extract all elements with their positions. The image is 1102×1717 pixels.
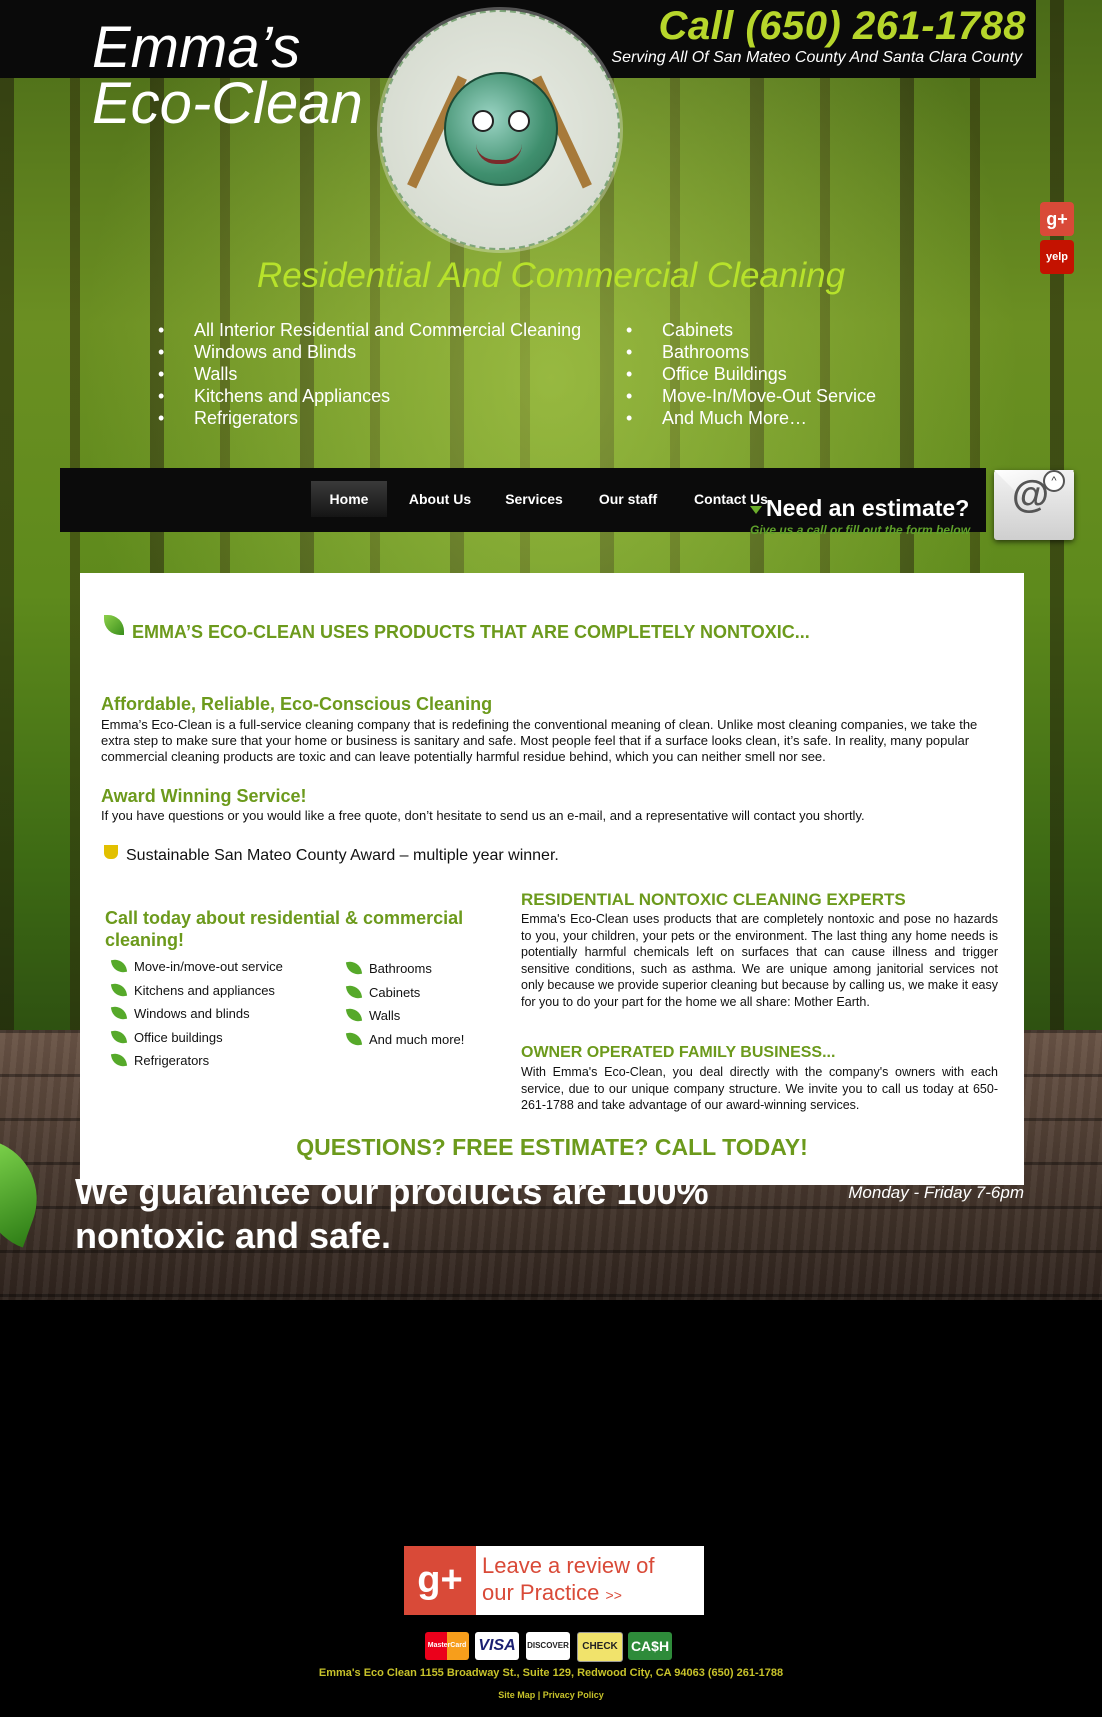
collapse-icon[interactable]: ^ xyxy=(1043,470,1065,492)
leaf-icon xyxy=(345,1006,363,1024)
logo-text[interactable]: Emma’s Eco-Clean xyxy=(92,15,363,136)
services-list-left: All Interior Residential and Commercial … xyxy=(158,320,581,430)
leaf-icon xyxy=(104,615,124,635)
globe-mascot-icon xyxy=(444,72,558,186)
logo-line-2: Eco-Clean xyxy=(92,71,363,136)
residential-text: Emma's Eco-Clean uses products that are … xyxy=(521,912,998,1009)
page: Emma’s Eco-Clean Call (650) 261-1788 Ser… xyxy=(0,0,1102,1717)
arrow-down-icon xyxy=(750,506,762,514)
list-item: Refrigerators xyxy=(158,408,581,430)
list-item: Office Buildings xyxy=(626,364,876,386)
leaf-icon xyxy=(110,1004,128,1022)
affordable-heading: Affordable, Reliable, Eco-Conscious Clea… xyxy=(101,694,493,714)
leaf-icon xyxy=(110,957,128,975)
list-item: Refrigerators xyxy=(110,1051,283,1077)
list-item: Move-In/Move-Out Service xyxy=(626,386,876,408)
site-map-link[interactable]: Site Map xyxy=(498,1690,535,1700)
owner-text: With Emma's Eco-Clean, you deal directly… xyxy=(521,1065,998,1112)
list-item: And much more! xyxy=(345,1030,464,1056)
leaf-icon xyxy=(345,983,363,1000)
nav-services[interactable]: Services xyxy=(494,481,574,517)
leaf-icon xyxy=(110,1051,128,1069)
owner-heading: OWNER OPERATED FAMILY BUSINESS... xyxy=(521,1044,836,1061)
questions-cta: QUESTIONS? FREE ESTIMATE? CALL TODAY! xyxy=(296,1134,808,1160)
google-plus-icon: g+ xyxy=(404,1546,476,1615)
nav-our-staff[interactable]: Our staff xyxy=(588,481,668,517)
estimate-subtitle: Give us a call or fill out the form belo… xyxy=(750,523,971,537)
main-content: EMMA’S ECO-CLEAN USES PRODUCTS THAT ARE … xyxy=(80,573,1024,1185)
footer-links: Site Map | Privacy Policy xyxy=(498,1690,604,1700)
guarantee-text: We guarantee our products are 100% nonto… xyxy=(75,1171,709,1256)
list-item: Kitchens and Appliances xyxy=(158,386,581,408)
estimate-title[interactable]: Need an estimate? xyxy=(766,495,969,522)
list-item: Cabinets xyxy=(626,320,876,342)
visa-icon: VISA xyxy=(475,1632,519,1660)
discover-icon: DISCOVER xyxy=(526,1632,570,1660)
check-icon: CHECK xyxy=(577,1632,623,1662)
services-checklist-left: Move-in/move-out service Kitchens and ap… xyxy=(110,957,283,1077)
phone-number[interactable]: Call (650) 261-1788 xyxy=(658,4,1026,49)
residential-heading: RESIDENTIAL NONTOXIC CLEANING EXPERTS xyxy=(521,890,906,909)
nav-contact-us[interactable]: Contact Us xyxy=(686,481,776,517)
affordable-text: Emma’s Eco-Clean is a full-service clean… xyxy=(101,717,978,764)
list-item: Windows and Blinds xyxy=(158,342,581,364)
list-item: Move-in/move-out service xyxy=(110,957,283,983)
google-review-button[interactable]: g+ Leave a review of our Practice >> xyxy=(404,1546,704,1615)
leaf-icon xyxy=(110,981,128,998)
award-line: Sustainable San Mateo County Award – mul… xyxy=(126,847,559,864)
award-heading: Award Winning Service! xyxy=(101,786,307,806)
cash-icon: CA$H xyxy=(628,1632,672,1660)
list-item: Bathrooms xyxy=(345,959,464,985)
logo-line-1: Emma’s xyxy=(92,15,301,80)
nav-home[interactable]: Home xyxy=(311,481,387,517)
list-item: Cabinets xyxy=(345,983,464,1009)
list-item: Bathrooms xyxy=(626,342,876,364)
award-text: If you have questions or you would like … xyxy=(101,808,865,823)
list-item: Walls xyxy=(158,364,581,386)
list-item: Walls xyxy=(345,1006,464,1032)
trophy-icon xyxy=(104,845,118,859)
list-item: And Much More… xyxy=(626,408,876,430)
list-item: Kitchens and appliances xyxy=(110,981,283,1007)
main-heading: EMMA’S ECO-CLEAN USES PRODUCTS THAT ARE … xyxy=(132,622,810,642)
leaf-icon xyxy=(110,1028,128,1045)
google-plus-icon[interactable]: g+ xyxy=(1040,202,1074,236)
call-heading: Call today about residential & commercia… xyxy=(105,908,464,950)
review-text: Leave a review of our Practice >> xyxy=(482,1553,655,1605)
nav-about-us[interactable]: About Us xyxy=(400,481,480,517)
leaf-icon xyxy=(345,1030,363,1047)
footer-address: Emma's Eco Clean 1155 Broadway St., Suit… xyxy=(318,1667,784,1679)
list-item: All Interior Residential and Commercial … xyxy=(158,320,581,342)
services-list-right: Cabinets Bathrooms Office Buildings Move… xyxy=(626,320,876,430)
list-item: Office buildings xyxy=(110,1028,283,1054)
services-checklist-right: Bathrooms Cabinets Walls And much more! xyxy=(345,959,464,1056)
hero-tagline: Residential And Commercial Cleaning xyxy=(256,256,846,295)
logo-image[interactable] xyxy=(380,10,620,250)
list-item: Windows and blinds xyxy=(110,1004,283,1030)
mastercard-icon: MasterCard xyxy=(425,1632,469,1660)
privacy-policy-link[interactable]: Privacy Policy xyxy=(543,1690,604,1700)
business-hours: Monday - Friday 7-6pm xyxy=(848,1183,1024,1202)
leaf-icon xyxy=(345,959,363,977)
service-area: Serving All Of San Mateo County And Sant… xyxy=(611,49,1022,66)
